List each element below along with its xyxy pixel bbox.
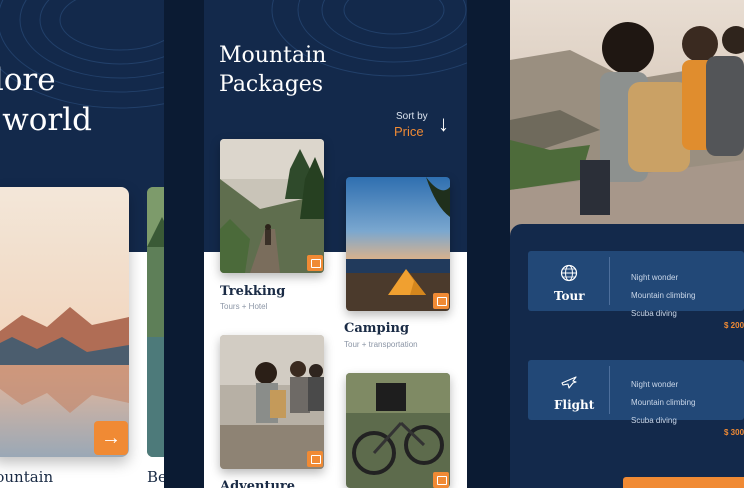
forest-lake-image [147, 187, 164, 457]
screen-gap [164, 0, 204, 488]
screen-gap [467, 0, 510, 488]
package-card-camping[interactable] [346, 177, 450, 311]
package-card-cycling[interactable] [346, 373, 450, 488]
arrow-right-icon: → [101, 427, 121, 449]
service-feature: Scuba diving [631, 309, 677, 318]
bookmark-icon[interactable] [433, 293, 449, 309]
bookmark-icon[interactable] [433, 472, 449, 488]
package-detail-screen: Tour Night wonder Mountain climbing Scub… [510, 0, 744, 488]
package-card-adventure[interactable] [220, 335, 324, 469]
package-name: Camping [344, 321, 410, 336]
package-subtitle: Tour + transportation [344, 340, 418, 349]
service-card-tour[interactable]: Tour Night wonder Mountain climbing Scub… [528, 251, 744, 330]
packages-screen: Mountain Packages Sort by Price ↓ Trekki… [204, 0, 467, 488]
divider [609, 366, 610, 414]
divider [609, 257, 610, 305]
sort-label: Sort by [396, 111, 428, 122]
service-label: Tour [554, 289, 585, 303]
service-feature: Night wonder [631, 273, 679, 282]
sort-arrow-down-icon[interactable]: ↓ [438, 111, 449, 137]
page-title-line-2: Packages [219, 72, 324, 97]
service-feature: Mountain climbing [631, 398, 696, 407]
destination-card-mountain[interactable] [0, 187, 129, 457]
service-card-flight[interactable]: Flight Night wonder Mountain climbing Sc… [528, 360, 744, 437]
package-card-trekking[interactable] [220, 139, 324, 273]
book-now-button[interactable] [623, 477, 744, 488]
page-title: Mountain Packages [219, 41, 326, 99]
camping-image [346, 177, 450, 311]
service-price: $ 300 [724, 428, 744, 437]
service-feature: Mountain climbing [631, 291, 696, 300]
next-arrow-button[interactable]: → [94, 421, 128, 455]
airplane-icon [561, 376, 577, 389]
destination-card-title: Mountain [0, 468, 54, 486]
cycling-image [346, 373, 450, 488]
explore-screen: plore e world → Mountain [0, 0, 164, 488]
services-panel: Tour Night wonder Mountain climbing Scub… [510, 224, 744, 488]
bookmark-icon[interactable] [307, 255, 323, 271]
page-title-line-1: Mountain [219, 43, 327, 68]
service-feature: Night wonder [631, 380, 679, 389]
hikers-image [220, 335, 324, 469]
package-name: Adventure [220, 479, 296, 488]
bookmark-icon[interactable] [307, 451, 323, 467]
service-label: Flight [554, 398, 595, 412]
globe-icon [560, 264, 578, 282]
package-subtitle: Tours + Hotel [220, 302, 268, 311]
destination-card-title-next: Be [147, 468, 164, 486]
sort-price-button[interactable]: Price [394, 124, 424, 139]
service-price: $ 200 [724, 321, 744, 330]
package-name: Trekking [220, 284, 286, 299]
destination-card-next[interactable] [147, 187, 164, 457]
hero-line-1: plore [0, 62, 56, 98]
lake-mountain-image [0, 187, 129, 457]
service-feature: Scuba diving [631, 416, 677, 425]
hero-heading: plore e world [0, 60, 92, 140]
hikers-photo [510, 0, 744, 240]
hero-line-2: e world [0, 102, 92, 138]
trekking-image [220, 139, 324, 273]
